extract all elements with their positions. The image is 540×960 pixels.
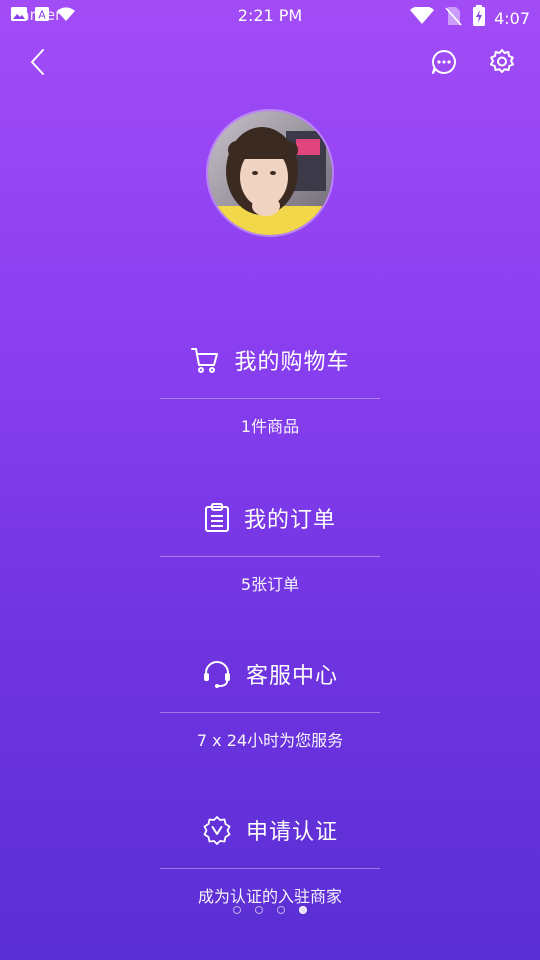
battery-level: 4:07 <box>494 8 530 28</box>
page-dot-2[interactable] <box>255 906 263 914</box>
verified-badge-icon <box>203 816 231 845</box>
signal-icon <box>410 5 435 29</box>
cart-title: 我的购物车 <box>234 350 350 375</box>
chevron-left-icon <box>31 49 44 75</box>
page-dot-4[interactable] <box>299 906 307 914</box>
wifi-icon <box>56 6 76 26</box>
gear-icon <box>490 49 514 73</box>
cart-section[interactable]: 我的购物车 1件商品 <box>160 340 380 437</box>
cart-icon <box>191 348 219 373</box>
status-bar: Carrier A 2:21 PM 4:07 <box>0 0 540 34</box>
settings-button[interactable] <box>484 44 520 80</box>
divider <box>160 398 380 399</box>
no-sim-icon <box>444 6 462 30</box>
certification-title-row[interactable]: 申请认证 <box>160 810 380 850</box>
avatar[interactable] <box>208 111 332 235</box>
page-dot-1[interactable] <box>233 906 241 914</box>
customer-service-title: 客服中心 <box>245 664 338 689</box>
clock: 2:21 PM <box>237 6 303 25</box>
order-list-icon <box>204 503 229 532</box>
orders-title: 我的订单 <box>243 508 336 533</box>
image-icon <box>10 6 28 26</box>
chat-bubble-icon <box>432 50 456 74</box>
page-dot-3[interactable] <box>277 906 285 914</box>
customer-service-title-row[interactable]: 客服中心 <box>160 654 380 694</box>
certification-section[interactable]: 申请认证 成为认证的入驻商家 <box>160 810 380 907</box>
page-indicator <box>233 906 307 914</box>
headset-icon <box>203 661 230 688</box>
font-icon: A <box>34 6 50 26</box>
cart-subtitle: 1件商品 <box>240 417 300 436</box>
orders-title-row[interactable]: 我的订单 <box>160 498 380 538</box>
status-right-icons: 4:07 <box>410 5 530 31</box>
certification-title: 申请认证 <box>245 820 338 845</box>
svg-text:A: A <box>38 9 46 22</box>
back-button[interactable] <box>20 44 56 80</box>
divider <box>160 868 380 869</box>
top-bar <box>0 40 540 84</box>
status-left-icons: A <box>10 6 76 26</box>
orders-subtitle: 5张订单 <box>240 575 300 594</box>
battery-charging-icon <box>472 5 486 31</box>
customer-service-section[interactable]: 客服中心 7 x 24小时为您服务 <box>160 654 380 751</box>
certification-subtitle: 成为认证的入驻商家 <box>197 887 342 906</box>
cart-title-row[interactable]: 我的购物车 <box>160 340 380 380</box>
divider <box>160 556 380 557</box>
customer-service-subtitle: 7 x 24小时为您服务 <box>196 731 344 750</box>
orders-section[interactable]: 我的订单 5张订单 <box>160 498 380 595</box>
message-button[interactable] <box>426 44 462 80</box>
divider <box>160 712 380 713</box>
